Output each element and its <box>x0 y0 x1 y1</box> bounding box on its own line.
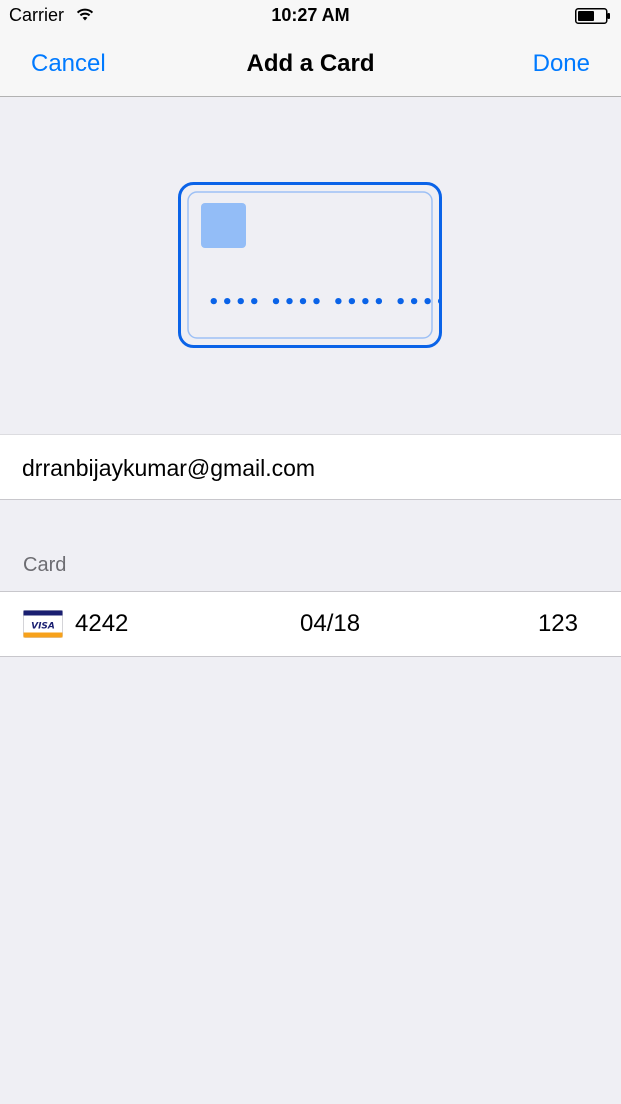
card-input-row[interactable]: VISA 4242 04/18 123 <box>0 591 621 657</box>
page-title: Add a Card <box>246 50 375 77</box>
visa-icon: VISA <box>23 610 63 638</box>
visa-brand-text: VISA <box>31 622 55 632</box>
card-expiry-field[interactable]: 04/18 <box>300 610 360 638</box>
status-bar: Carrier 10:27 AM <box>0 0 621 32</box>
card-number-field[interactable]: 4242 <box>75 610 128 638</box>
card-section-header: Card <box>23 554 67 576</box>
email-value[interactable]: drranbijaykumar@gmail.com <box>22 455 315 482</box>
credit-card-illustration: •••• •••• •••• •••• <box>178 182 442 348</box>
card-number-mask: •••• •••• •••• •••• <box>208 292 442 313</box>
card-cvc-field[interactable]: 123 <box>538 610 578 638</box>
battery-icon <box>575 8 610 24</box>
navigation-bar: Cancel Add a Card Done <box>0 32 621 97</box>
email-field[interactable]: drranbijaykumar@gmail.com <box>0 434 621 500</box>
card-chip-icon <box>201 203 246 248</box>
status-time: 10:27 AM <box>271 5 350 25</box>
done-button[interactable]: Done <box>533 50 590 78</box>
